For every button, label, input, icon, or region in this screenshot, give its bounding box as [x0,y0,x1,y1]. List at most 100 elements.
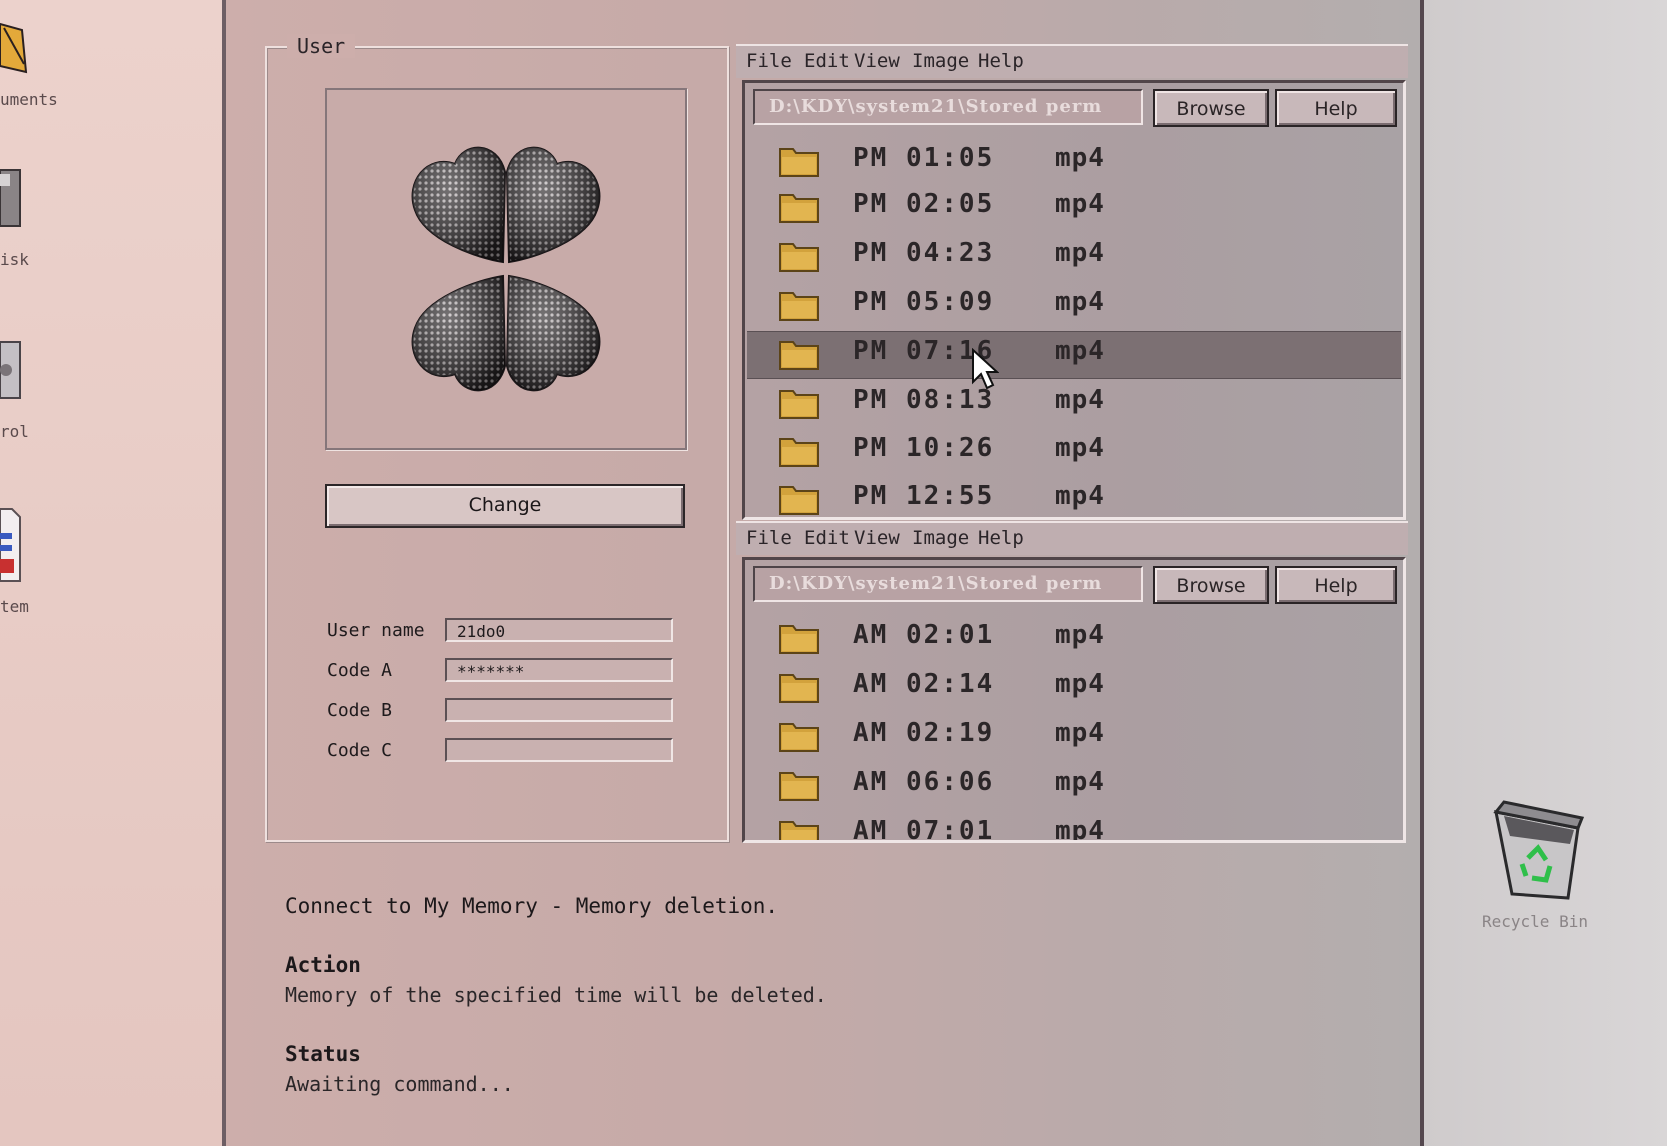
recycle-bin-icon [1493,800,1585,900]
status-text: Awaiting command... [285,1072,514,1096]
menu-edit[interactable]: Edit [804,527,850,549]
disk-icon [0,169,21,227]
file-ext: mp4 [1055,620,1105,650]
file-time: PM 05:09 [853,287,995,317]
file-row[interactable]: AM 02:19 mp4 [747,714,1401,760]
file-ext: mp4 [1055,767,1105,797]
file-window-top: File Edit View Image Help D:\KDY\system2… [736,44,1408,520]
desktop-icon-system[interactable]: tem [0,505,70,616]
path-input[interactable]: D:\KDY\system21\Stored perm [753,566,1143,602]
status-headline: Connect to My Memory - Memory deletion. [285,894,779,918]
menu-file[interactable]: File [746,50,792,72]
file-pane: D:\KDY\system21\Stored perm Browse Help … [742,557,1406,843]
control-panel-icon [0,341,21,399]
desktop-icon-documents[interactable]: uments [0,10,70,110]
menu-help[interactable]: Help [978,527,1024,549]
file-row[interactable]: PM 10:26 mp4 [747,429,1401,475]
file-row[interactable]: AM 07:01 mp4 [747,812,1401,843]
folder-icon [779,674,819,703]
file-time: AM 02:14 [853,669,995,699]
file-row[interactable]: PM 02:05 mp4 [747,185,1401,231]
file-row-selected[interactable]: PM 07:16 mp4 [747,331,1401,390]
folder-icon [779,772,819,801]
user-group-title: User [287,34,356,58]
help-button[interactable]: Help [1275,89,1397,127]
folder-icon [779,486,819,515]
file-ext: mp4 [1055,385,1105,415]
folder-icon [779,243,819,272]
desktop-right [1424,0,1667,1146]
file-time: AM 07:01 [853,816,995,843]
menu-file[interactable]: File [746,527,792,549]
file-row[interactable]: AM 06:06 mp4 [747,763,1401,809]
menubar: File Edit View Image Help [736,521,1408,555]
file-time: AM 06:06 [853,767,995,797]
desktop-icon-label: tem [0,597,29,616]
user-name-label: User name [327,620,425,641]
folder-icon [779,148,819,177]
menu-view[interactable]: View [854,50,900,72]
help-button[interactable]: Help [1275,566,1397,604]
user-group: User Change User name 21do0 Code A *****… [265,34,729,842]
recycle-bin-label: Recycle Bin [1482,912,1588,931]
action-text: Memory of the specified time will be del… [285,983,827,1007]
action-title: Action [285,953,361,977]
desktop-icon-control[interactable]: rol [0,340,70,441]
folder-icon [779,723,819,752]
file-pane: D:\KDY\system21\Stored perm Browse Help … [742,80,1406,520]
browse-button[interactable]: Browse [1153,89,1269,127]
folder-icon [779,390,819,419]
file-row[interactable]: PM 12:55 mp4 [747,477,1401,517]
file-time: AM 02:01 [853,620,995,650]
status-title: Status [285,1042,361,1066]
folder-icon [779,292,819,321]
file-ext: mp4 [1055,718,1105,748]
menu-image[interactable]: Image [912,527,969,549]
menu-edit[interactable]: Edit [804,50,850,72]
file-time: PM 10:26 [853,433,995,463]
file-row[interactable]: PM 08:13 mp4 [747,381,1401,427]
menu-image[interactable]: Image [912,50,969,72]
avatar [325,88,687,450]
path-input[interactable]: D:\KDY\system21\Stored perm [753,89,1143,125]
file-ext: mp4 [1055,433,1105,463]
code-b-input[interactable] [445,698,673,722]
change-avatar-button[interactable]: Change [325,484,685,528]
folder-icon [779,194,819,223]
code-a-label: Code A [327,660,393,681]
code-a-input[interactable]: ******* [445,658,673,682]
file-time: AM 02:19 [853,718,995,748]
system-document-icon [0,508,21,582]
desktop-icon-label: uments [0,90,58,109]
user-name-input[interactable]: 21do0 [445,618,673,642]
browse-button[interactable]: Browse [1153,566,1269,604]
file-row[interactable]: AM 02:14 mp4 [747,665,1401,711]
file-time: PM 01:05 [853,143,995,173]
file-ext: mp4 [1055,238,1105,268]
file-ext: mp4 [1055,189,1105,219]
file-row[interactable]: PM 04:23 mp4 [747,234,1401,280]
desktop-icon-recycle-bin[interactable]: Recycle Bin [1476,800,1606,940]
file-window-bottom: File Edit View Image Help D:\KDY\system2… [736,521,1408,843]
file-row[interactable]: PM 05:09 mp4 [747,283,1401,329]
code-b-label: Code B [327,700,393,721]
menubar: File Edit View Image Help [736,44,1408,78]
file-time: PM 04:23 [853,238,995,268]
folder-icon [779,821,819,840]
menu-help[interactable]: Help [978,50,1024,72]
file-time: PM 02:05 [853,189,995,219]
file-row[interactable]: PM 01:05 mp4 [747,139,1401,185]
documents-folder-icon [0,22,28,74]
file-ext: mp4 [1055,143,1105,173]
file-ext: mp4 [1055,669,1105,699]
file-row[interactable]: AM 02:01 mp4 [747,616,1401,662]
desktop-icon-disk[interactable]: isk [0,168,70,269]
file-time: PM 08:13 [853,385,995,415]
desktop-icon-label: rol [0,422,29,441]
code-c-label: Code C [327,740,393,761]
code-c-input[interactable] [445,738,673,762]
menu-view[interactable]: View [854,527,900,549]
folder-icon [779,625,819,654]
file-ext: mp4 [1055,816,1105,843]
file-ext: mp4 [1055,481,1105,511]
